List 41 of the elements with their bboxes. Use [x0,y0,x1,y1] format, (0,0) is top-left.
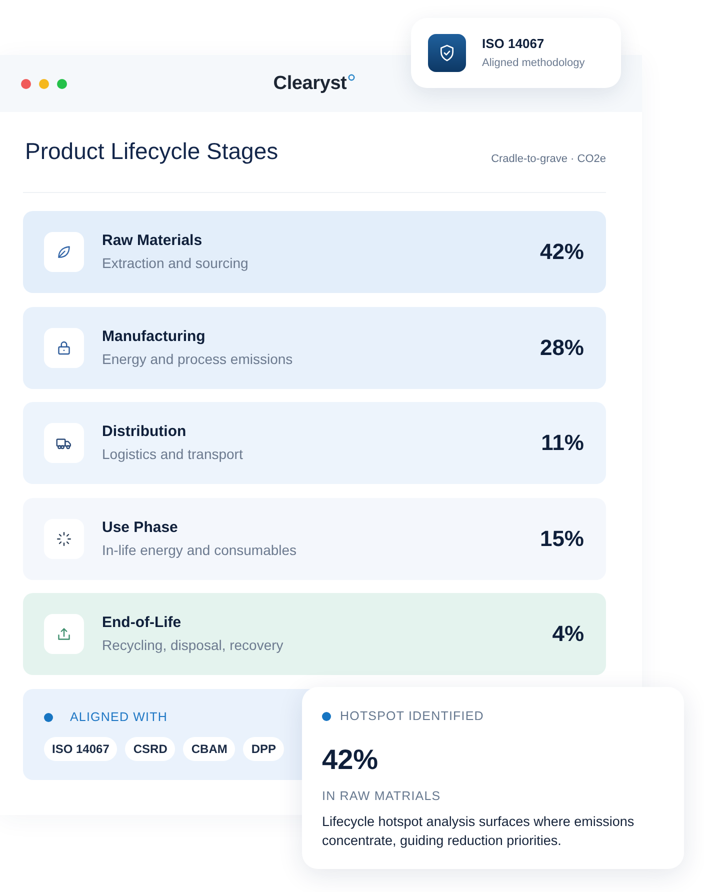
ring-icon [348,74,355,80]
upload-icon [44,614,84,654]
stage-description: Extraction and sourcing [102,254,248,272]
page-title: Product Lifecycle Stages [25,137,278,165]
stage-description: Energy and process emissions [102,350,293,368]
scope-label: Cradle-to-grave · CO2e [491,153,606,165]
aligned-heading: ALIGNED WITH [70,709,168,725]
leaf-icon [44,232,84,272]
maximize-dot-icon[interactable] [57,78,67,88]
standard-tag: CBAM [183,737,236,761]
badge-title: ISO 14067 [482,36,546,52]
stage-name: Raw Materials [102,232,204,250]
standard-tag: ISO 14067 [44,737,118,761]
stage-name: End-of-Life [102,614,182,632]
hotspot-heading: HOTSPOT IDENTIFIED [340,708,484,724]
standard-tag: CSRD [125,737,176,761]
shield-check-icon [428,34,466,72]
hotspot-description: Lifecycle hotspot analysis surfaces where emissions concentrate, guiding reduction priorities. [322,813,636,850]
stage-description: Recycling, disposal, recovery [102,636,284,654]
close-dot-icon[interactable] [21,78,31,88]
logo-text: Clearyst [273,72,347,94]
stage-share: 15% [540,526,584,552]
stage-description: Logistics and transport [102,445,243,463]
badge-subtitle: Aligned methodology [482,56,585,70]
hotspot-caption: IN RAW MATRIALS [322,788,442,804]
padlock-icon [44,328,84,368]
stage-share: 11% [541,430,584,456]
standard-tag: DPP [243,737,284,761]
stage-share: 4% [552,621,584,647]
stage-name: Distribution [102,423,188,441]
dot-icon [322,712,331,720]
stage-name: Use Phase [102,518,179,536]
minimize-dot-icon[interactable] [39,78,49,88]
hotspot-value: 42% [322,744,380,776]
truck-icon [44,423,84,463]
stage-name: Manufacturing [102,328,206,346]
stage-description: In-life energy and consumables [102,540,297,558]
dot-icon [44,712,53,722]
stage-share: 28% [540,334,584,360]
spinner-icon [44,518,84,558]
stage-share: 42% [540,239,584,265]
